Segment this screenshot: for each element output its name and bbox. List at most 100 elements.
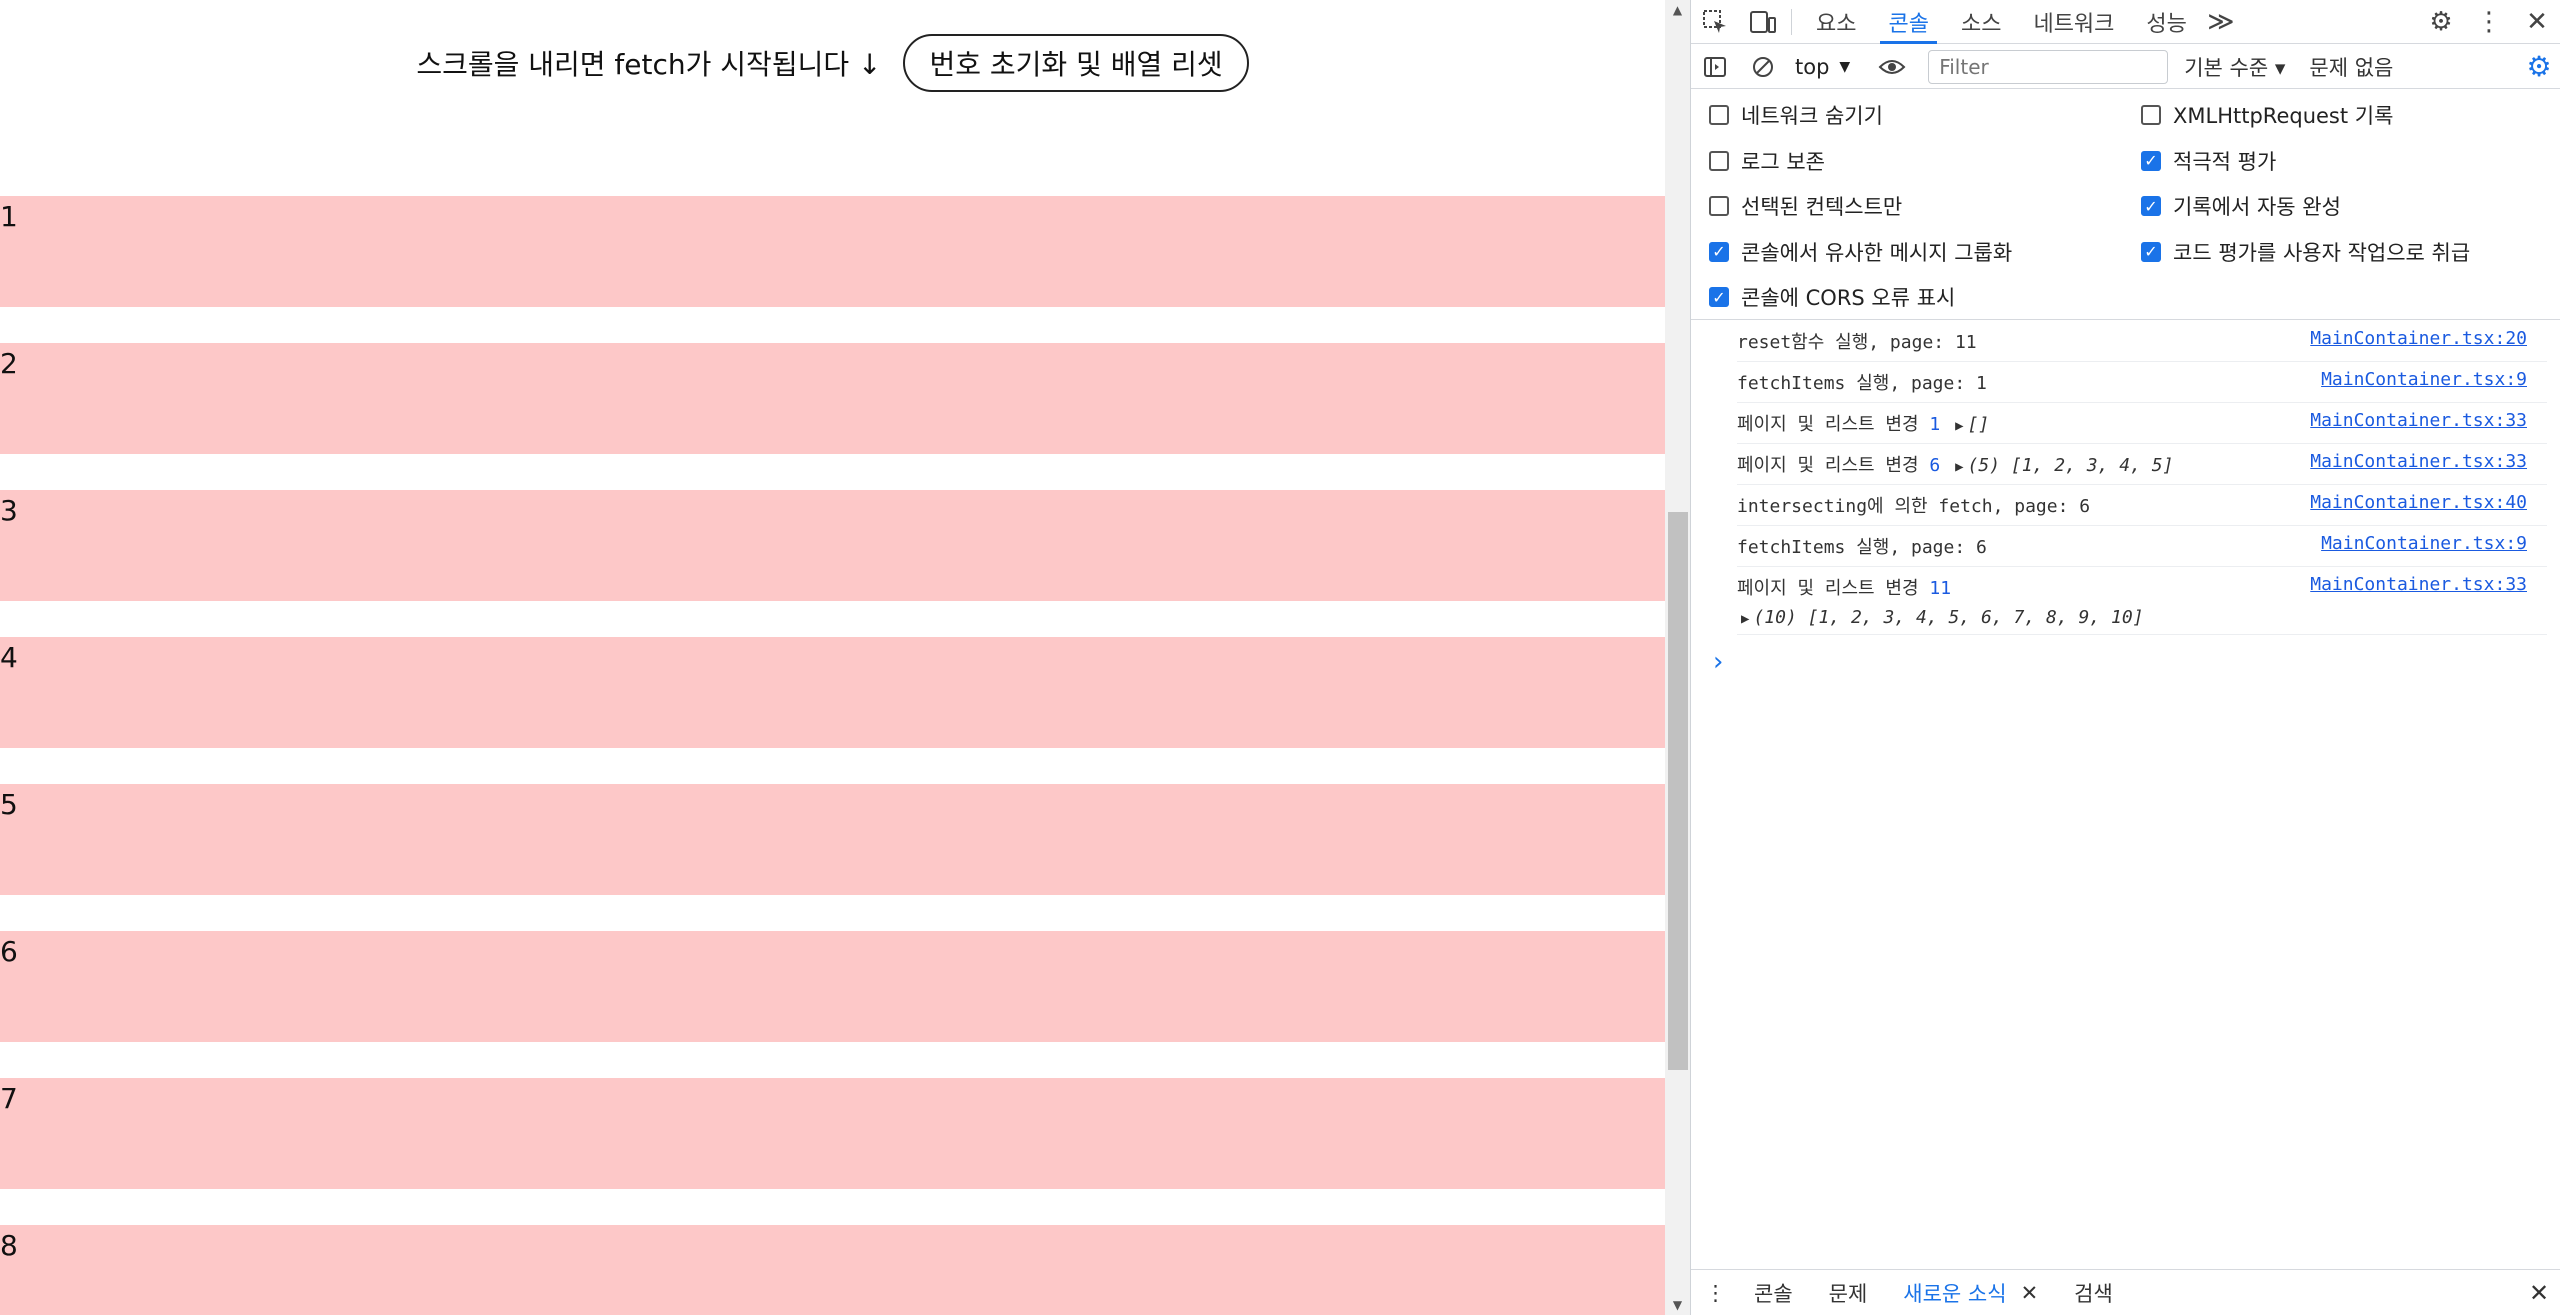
devtools-panel: 요소콘솔소스네트워크성능 ≫ ⚙ ⋮ ✕ top ▼ 기본 수준 ▾ 문제 없음…	[1690, 0, 2560, 1315]
source-link[interactable]: MainContainer.tsx:33	[2310, 410, 2527, 431]
scroll-down-arrow[interactable]: ▼	[1665, 1295, 1690, 1315]
expand-triangle-icon[interactable]: ▶	[1955, 418, 1963, 434]
list-item: 3	[0, 490, 1665, 601]
list-item: 5	[0, 784, 1665, 895]
tab-4[interactable]: 성능	[2130, 0, 2202, 44]
console-filter-input[interactable]	[1928, 49, 2169, 84]
setting-label: 콘솔에 CORS 오류 표시	[1741, 286, 1956, 310]
checkbox-checked-icon[interactable]: ✓	[2141, 196, 2161, 216]
console-message-row: 페이지 및 리스트 변경 6 ▶ (5) [1, 2, 3, 4, 5] MainC…	[1737, 444, 2547, 485]
reset-button[interactable]: 번호 초기화 및 배열 리셋	[903, 34, 1249, 92]
tab-0[interactable]: 요소	[1800, 0, 1872, 44]
log-levels-dropdown[interactable]: 기본 수준 ▾	[2184, 52, 2285, 82]
array-line: ▶ (10) [1, 2, 3, 4, 5, 6, 7, 8, 9, 10]	[1737, 607, 2547, 634]
message-number: 1	[1929, 414, 1941, 435]
checkbox-unchecked-icon[interactable]	[1709, 105, 1729, 125]
array-preview[interactable]: ▶ (10) [1, 2, 3, 4, 5, 6, 7, 8, 9, 10]	[1737, 607, 2144, 628]
sidebar-toggle-icon[interactable]	[1691, 45, 1739, 89]
checkbox-checked-icon[interactable]: ✓	[2141, 241, 2161, 262]
item-number: 1	[0, 200, 18, 233]
item-number: 5	[0, 788, 18, 821]
expand-triangle-icon[interactable]: ▶	[1955, 459, 1963, 475]
console-message-row: reset함수 실행, page: 11 MainContainer.tsx:20	[1737, 321, 2547, 362]
device-toolbar-icon[interactable]	[1739, 0, 1787, 44]
message-text: reset함수 실행, page: 11	[1737, 332, 1977, 353]
message-text: fetchItems 실행, page: 6	[1737, 537, 1987, 558]
drawer-menu-icon[interactable]: ⋮	[1691, 1281, 1736, 1305]
source-link[interactable]: MainContainer.tsx:9	[2321, 533, 2527, 554]
checkbox-unchecked-icon[interactable]	[1709, 150, 1729, 171]
tab-2[interactable]: 소스	[1945, 0, 2017, 44]
setting-checkbox[interactable]: ✓ 콘솔에 CORS 오류 표시	[1709, 282, 1955, 312]
tab-divider	[1791, 8, 1792, 35]
page-scrollbar[interactable]: ▲ ▼	[1665, 0, 1690, 1315]
source-link[interactable]: MainContainer.tsx:40	[2310, 492, 2527, 513]
message-text: 페이지 및 리스트 변경	[1737, 578, 1919, 599]
scroll-hint-text: 스크롤을 내리면 fetch가 시작됩니다 ↓	[416, 48, 882, 81]
source-link[interactable]: MainContainer.tsx:9	[2321, 369, 2527, 390]
checkbox-checked-icon[interactable]: ✓	[2141, 150, 2161, 171]
checkbox-checked-icon[interactable]: ✓	[1709, 287, 1729, 307]
array-text: []	[1967, 414, 1990, 435]
setting-checkbox[interactable]: ✓ 콘솔에서 유사한 메시지 그룹화	[1709, 237, 2012, 267]
live-expression-eye-icon[interactable]	[1868, 45, 1916, 89]
console-message-row: 페이지 및 리스트 변경 1 ▶[] MainContainer.tsx:33	[1737, 403, 2547, 444]
setting-label: 로그 보존	[1741, 149, 1825, 174]
list-item: 2	[0, 343, 1665, 454]
issues-counter[interactable]: 문제 없음	[2309, 52, 2393, 82]
checkbox-unchecked-icon[interactable]	[2141, 105, 2161, 125]
setting-checkbox[interactable]: XMLHttpRequest 기록	[2141, 100, 2393, 130]
checkbox-checked-icon[interactable]: ✓	[1709, 241, 1729, 262]
message-text: intersecting에 의한 fetch, page: 6	[1737, 496, 2091, 517]
source-link[interactable]: MainContainer.tsx:33	[2310, 451, 2527, 472]
checkbox-unchecked-icon[interactable]	[1709, 196, 1729, 216]
close-tab-icon[interactable]: ✕	[2021, 1281, 2039, 1305]
item-number: 4	[0, 641, 18, 674]
drawer-tab-0[interactable]: 콘솔	[1736, 1278, 1811, 1308]
array-preview[interactable]: ▶[]	[1951, 414, 1989, 435]
drawer-tab-3[interactable]: 검색	[2056, 1278, 2131, 1308]
devtools-tabbar: 요소 콘솔 소스 네트워크 성능 ≫ ⚙ ⋮ ✕	[1691, 0, 2560, 44]
drawer-tab-label: 콘솔	[1754, 1281, 1793, 1306]
setting-label: XMLHttpRequest 기록	[2173, 104, 2394, 128]
console-settings-pane: 네트워크 숨기기 로그 보존 선택된 컨텍스트만 ✓ 콘솔에서 유사한 메시지 그룹화 ✓…	[1691, 90, 2560, 320]
tab-1[interactable]: 콘솔	[1872, 0, 1944, 44]
setting-label: 코드 평가를 사용자 작업으로 취급	[2173, 240, 2471, 265]
setting-checkbox[interactable]: ✓ 적극적 평가	[2141, 146, 2276, 176]
page-header: 스크롤을 내리면 fetch가 시작됩니다 ↓ 번호 초기화 및 배열 리셋	[0, 34, 1665, 92]
setting-checkbox[interactable]: ✓ 코드 평가를 사용자 작업으로 취급	[2141, 237, 2470, 267]
drawer-tab-label: 새로운 소식	[1903, 1281, 2007, 1306]
array-preview[interactable]: ▶ (5) [1, 2, 3, 4, 5]	[1951, 455, 2173, 476]
scrollbar-thumb[interactable]	[1668, 512, 1688, 1070]
settings-gear-icon[interactable]: ⚙	[2417, 0, 2465, 44]
kebab-menu-icon[interactable]: ⋮	[2465, 0, 2513, 44]
list-item: 1	[0, 196, 1665, 307]
setting-label: 네트워크 숨기기	[1741, 104, 1883, 128]
expand-triangle-icon[interactable]: ▶	[1741, 611, 1749, 627]
source-link[interactable]: MainContainer.tsx:33	[2310, 574, 2527, 595]
clear-console-icon[interactable]	[1739, 45, 1787, 89]
setting-label: 선택된 컨텍스트만	[1741, 195, 1903, 219]
console-settings-gear-icon[interactable]: ⚙	[2517, 45, 2560, 89]
tab-3[interactable]: 네트워크	[2017, 0, 2130, 44]
item-number: 7	[0, 1082, 18, 1115]
drawer-tab-2[interactable]: 새로운 소식 ✕	[1885, 1278, 2056, 1308]
close-drawer-icon[interactable]: ✕	[2517, 1279, 2560, 1307]
array-text: (5) [1, 2, 3, 4, 5]	[1967, 455, 2174, 476]
console-message-row: fetchItems 실행, page: 6 MainContainer.tsx:…	[1737, 526, 2547, 567]
console-prompt-icon[interactable]: ›	[1713, 647, 2560, 677]
source-link[interactable]: MainContainer.tsx:20	[2310, 328, 2527, 349]
setting-label: 콘솔에서 유사한 메시지 그룹화	[1741, 240, 2013, 265]
more-tabs-icon[interactable]: ≫	[2203, 0, 2239, 44]
context-select[interactable]: top ▼	[1787, 55, 1858, 79]
close-devtools-icon[interactable]: ✕	[2513, 0, 2560, 44]
setting-checkbox[interactable]: 네트워크 숨기기	[1709, 100, 1883, 130]
setting-checkbox[interactable]: ✓ 기록에서 자동 완성	[2141, 191, 2341, 221]
setting-checkbox[interactable]: 로그 보존	[1709, 146, 1825, 176]
scroll-up-arrow[interactable]: ▲	[1665, 0, 1690, 20]
setting-checkbox[interactable]: 선택된 컨텍스트만	[1709, 191, 1902, 221]
drawer-tab-1[interactable]: 문제	[1811, 1278, 1886, 1308]
console-message-row: fetchItems 실행, page: 1 MainContainer.tsx:…	[1737, 362, 2547, 403]
inspect-element-icon[interactable]	[1691, 0, 1739, 44]
list-item: 8	[0, 1225, 1665, 1315]
